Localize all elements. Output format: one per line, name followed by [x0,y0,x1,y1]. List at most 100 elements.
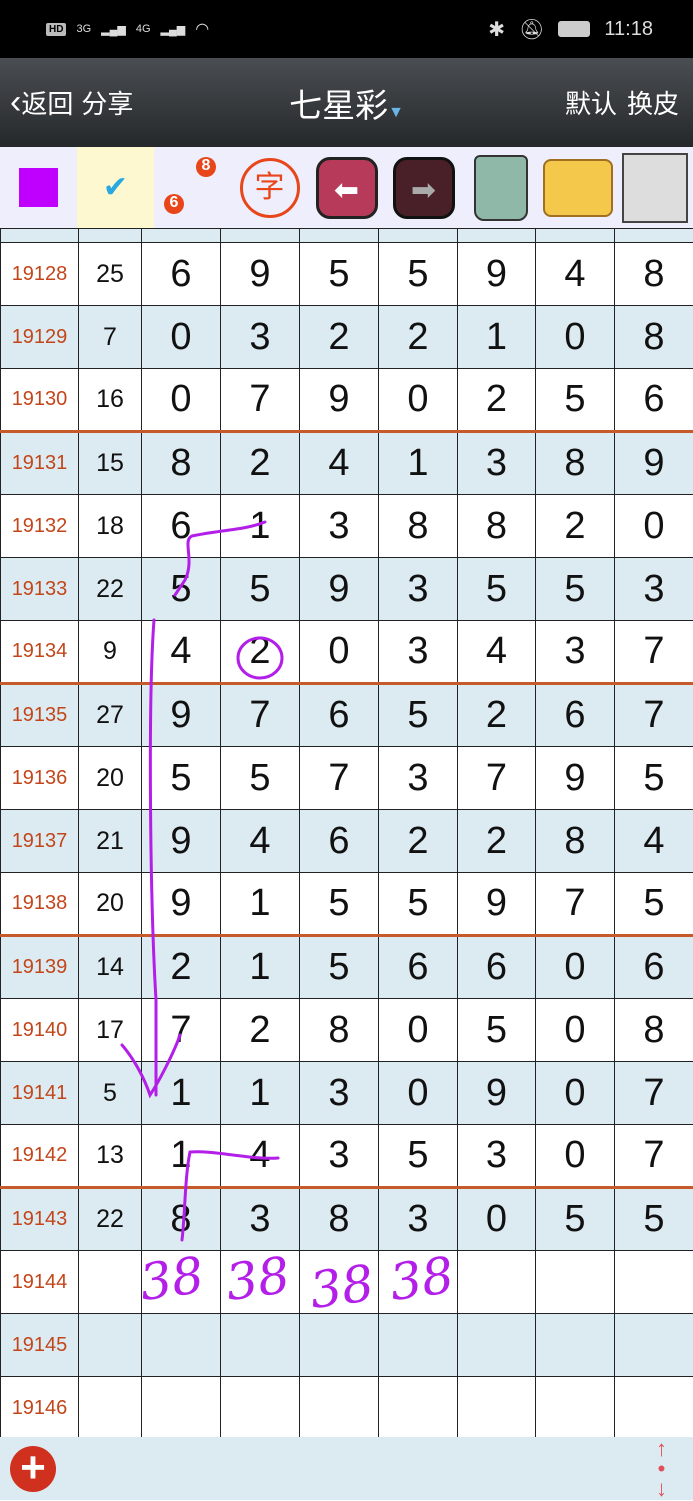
digit-cell[interactable]: 0 [142,369,221,432]
digit-cell[interactable]: 9 [142,810,221,873]
digit-cell[interactable]: 4 [300,432,379,495]
digit-cell[interactable] [615,1251,693,1314]
trash-button[interactable] [462,147,539,228]
digit-cell[interactable]: 8 [615,306,693,369]
digit-cell[interactable]: 4 [221,810,300,873]
digit-cell[interactable] [536,1314,615,1377]
digit-cell[interactable]: 3 [458,432,536,495]
digit-cell[interactable]: 5 [379,1125,458,1188]
digit-cell[interactable] [536,1251,615,1314]
digit-cell[interactable]: 8 [458,495,536,558]
digit-cell[interactable]: 8 [142,432,221,495]
digit-cell[interactable]: 3 [615,558,693,621]
digit-cell[interactable]: 2 [458,684,536,747]
digit-cell[interactable]: 8 [536,810,615,873]
digit-cell[interactable]: 4 [221,1125,300,1188]
digit-cell[interactable]: 3 [379,621,458,684]
digit-cell[interactable]: 5 [221,747,300,810]
digit-cell[interactable]: 4 [615,810,693,873]
digit-cell[interactable]: 2 [300,306,379,369]
photo-folder-button[interactable] [539,147,616,228]
redo-button[interactable]: ➡ [385,147,462,228]
digit-cell[interactable]: 5 [458,999,536,1062]
digit-cell[interactable]: 5 [615,873,693,936]
digit-cell[interactable]: 4 [458,621,536,684]
digit-cell[interactable] [615,1377,693,1440]
digit-cell[interactable]: 6 [300,810,379,873]
digit-cell[interactable]: 1 [221,873,300,936]
digit-cell[interactable]: 9 [458,243,536,306]
digit-cell[interactable]: 2 [458,369,536,432]
digit-cell[interactable]: 5 [615,747,693,810]
digit-cell[interactable] [379,1314,458,1377]
digit-cell[interactable] [536,1377,615,1440]
digit-cell[interactable]: 5 [300,243,379,306]
digit-cell[interactable]: 7 [458,747,536,810]
digit-cell[interactable]: 0 [379,999,458,1062]
digit-cell[interactable] [615,1314,693,1377]
digit-cell[interactable]: 7 [300,747,379,810]
digit-cell[interactable]: 7 [615,621,693,684]
digit-cell[interactable]: 8 [300,999,379,1062]
digit-cell[interactable]: 9 [300,369,379,432]
digit-cell[interactable]: 3 [379,747,458,810]
digit-cell[interactable]: 3 [458,1125,536,1188]
digit-cell[interactable]: 7 [615,1125,693,1188]
char-stamp-button[interactable]: 字 [231,147,308,228]
digit-cell[interactable]: 5 [300,936,379,999]
digit-cell[interactable]: 9 [300,558,379,621]
digit-cell[interactable]: 6 [379,936,458,999]
link-button[interactable]: 68 [154,147,231,228]
digit-cell[interactable]: 5 [379,873,458,936]
pen-check-button[interactable]: ✔ [77,147,154,228]
digit-cell[interactable]: 5 [379,684,458,747]
digit-cell[interactable]: 9 [615,432,693,495]
digit-cell[interactable]: 2 [142,936,221,999]
digit-cell[interactable]: 1 [458,306,536,369]
digit-cell[interactable]: 2 [221,999,300,1062]
digit-cell[interactable] [458,1377,536,1440]
digit-cell[interactable]: 9 [458,873,536,936]
default-button[interactable]: 默认 [565,84,617,121]
digit-cell[interactable]: 5 [536,369,615,432]
digit-cell[interactable]: 1 [379,432,458,495]
digit-cell[interactable]: 0 [536,936,615,999]
digit-cell[interactable] [221,1314,300,1377]
digit-cell[interactable]: 5 [221,558,300,621]
digit-cell[interactable]: 3 [300,1062,379,1125]
share-button[interactable]: 分享 [81,84,133,121]
digit-cell[interactable]: 7 [142,999,221,1062]
digit-cell[interactable]: 0 [142,306,221,369]
digit-cell[interactable]: 3 [300,495,379,558]
back-button[interactable]: ‹返回 [0,83,73,122]
digit-cell[interactable]: 2 [379,306,458,369]
skin-button[interactable]: 换皮 [627,84,679,121]
digit-cell[interactable]: 3 [221,306,300,369]
digit-cell[interactable]: 0 [379,1062,458,1125]
digit-cell[interactable]: 9 [142,684,221,747]
digit-cell[interactable]: 9 [221,243,300,306]
digit-cell[interactable]: 2 [458,810,536,873]
digit-cell[interactable]: 0 [458,1188,536,1251]
digit-cell[interactable]: 6 [142,243,221,306]
digit-cell[interactable]: 1 [221,936,300,999]
digit-cell[interactable]: 2 [221,621,300,684]
digit-cell[interactable]: 7 [615,1062,693,1125]
undo-button[interactable]: ⬅ [308,147,385,228]
digit-cell[interactable]: 3 [536,621,615,684]
digit-cell[interactable]: 7 [536,873,615,936]
digit-cell[interactable]: 8 [142,1188,221,1251]
digit-cell[interactable]: 6 [615,369,693,432]
digit-cell[interactable]: 6 [615,936,693,999]
digit-cell[interactable]: 1 [142,1125,221,1188]
digit-cell[interactable]: 6 [300,684,379,747]
digit-cell[interactable] [379,1377,458,1440]
digit-cell[interactable]: 9 [458,1062,536,1125]
digit-cell[interactable]: 0 [300,621,379,684]
digit-cell[interactable]: 5 [300,873,379,936]
add-button[interactable]: + [10,1446,56,1492]
digit-cell[interactable]: 8 [615,999,693,1062]
digit-cell[interactable]: 5 [379,243,458,306]
digit-cell[interactable]: 5 [458,558,536,621]
digit-cell[interactable]: 0 [379,369,458,432]
